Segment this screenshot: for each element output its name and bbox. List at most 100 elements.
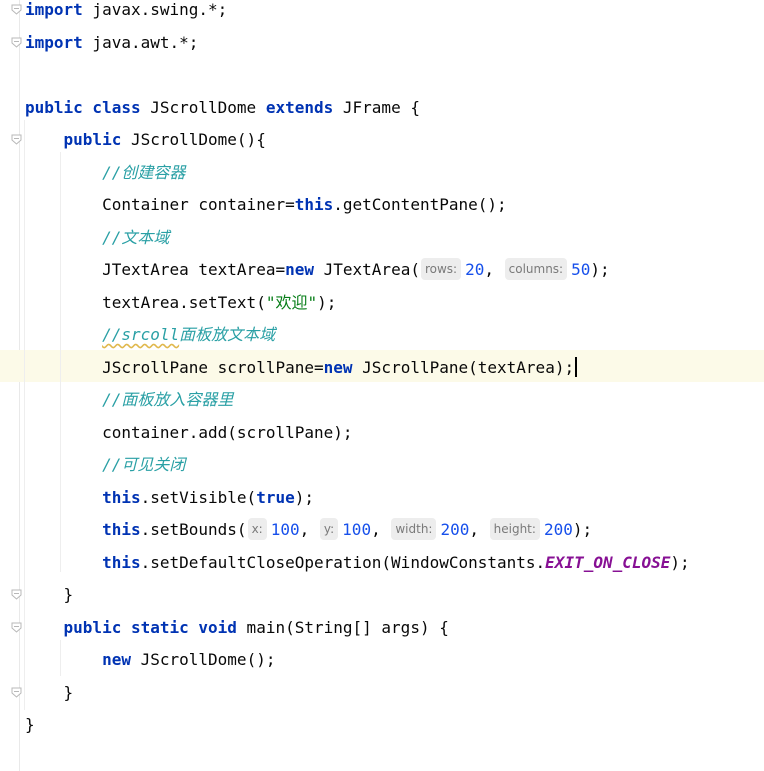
code-token: this [102,552,141,572]
editor-gutter [0,0,20,771]
code-line[interactable]: import javax.swing.*; [25,0,227,24]
code-token: //创建容器 [102,162,186,182]
code-line[interactable]: import java.awt.*; [25,29,198,57]
code-token: ); [590,260,610,279]
code-token: //可见关闭 [102,455,186,474]
code-token: public static void [63,617,237,637]
fold-marker-icon[interactable] [11,134,22,145]
code-token: extends [265,97,334,117]
code-token: EXIT_ON_CLOSE [545,552,671,572]
code-line[interactable]: this.setVisible(true); [25,484,314,512]
fold-marker-icon[interactable] [11,687,22,698]
code-line[interactable]: public class JScrollDome extends JFrame … [25,94,420,122]
code-token: } [25,715,35,734]
code-token: JTextArea( [314,260,420,279]
code-token: ); [317,292,337,312]
code-token: , [484,260,504,279]
code-token: 100 [270,520,300,539]
code-line[interactable]: //可见关闭 [25,451,185,479]
code-token: } [25,585,74,604]
code-token: container.add(scrollPane); [25,422,353,442]
code-line[interactable]: JScrollPane scrollPane=new JScrollPane(t… [25,354,578,382]
code-token: this [102,520,141,539]
code-token: textArea.setText( [25,292,266,312]
code-token: public class [25,97,141,117]
code-token: Container container= [25,195,295,214]
code-line[interactable]: public static void main(String[] args) { [25,614,449,642]
code-token: .setBounds( [140,520,247,539]
parameter-hint: rows: [420,258,462,280]
code-token: this [102,487,141,507]
parameter-hint: height: [489,518,540,540]
fold-marker-icon[interactable] [11,589,22,600]
fold-marker-icon[interactable] [11,4,22,15]
code-line[interactable]: Container container=this.getContentPane(… [25,191,507,219]
code-token: JTextArea textArea= [25,260,286,279]
code-token: JScrollDome [140,97,266,117]
code-line[interactable]: public JScrollDome(){ [25,126,266,154]
code-token: JScrollDome(); [130,650,276,669]
code-token: JFrame { [333,97,420,117]
code-token: //文本域 [102,227,170,247]
code-token: true [256,487,295,507]
parameter-hint: width: [391,518,437,540]
code-token: //srcoll [102,325,180,344]
code-line[interactable]: //文本域 [25,224,169,252]
code-token: 200 [440,520,470,539]
code-token: "欢迎" [265,292,318,312]
code-token: , [371,520,391,539]
code-token: ); [572,520,593,539]
parameter-hint: y: [319,518,339,540]
code-line[interactable]: JTextArea textArea=new JTextArea(rows: 20… [25,256,610,284]
code-token: JScrollPane scrollPane= [25,357,324,377]
code-token: public [63,130,122,149]
code-token: new [102,650,131,669]
code-token: , [469,520,489,539]
code-token: main(String[] args) { [236,617,449,637]
fold-marker-icon[interactable] [11,622,22,633]
code-token: , [299,520,319,539]
parameter-hint: columns: [504,258,568,280]
parameter-hint: x: [247,518,267,540]
code-line[interactable]: this.setBounds(x: 100, y: 100, width: 200, … [25,516,592,544]
code-token: } [25,682,74,702]
code-token: //面板放入容器里 [102,390,234,409]
code-token: new [285,260,314,279]
code-editor[interactable]: import javax.swing.*; import java.awt.*; p… [0,0,764,771]
code-line[interactable]: new JScrollDome(); [25,646,275,674]
code-line[interactable]: } [25,679,74,707]
fold-marker-icon[interactable] [11,37,22,48]
code-token: javax.swing.*; [82,0,228,19]
code-token: import [25,32,83,52]
code-line[interactable]: //面板放入容器里 [25,386,233,414]
code-token: .getContentPane(); [333,195,507,214]
text-caret [575,356,578,377]
code-token: new [323,357,353,377]
code-token: .setDefaultCloseOperation(WindowConstant… [140,552,546,572]
code-token: 20 [465,260,485,279]
code-token: 200 [543,520,573,539]
code-line[interactable]: textArea.setText("欢迎"); [25,289,336,317]
code-token: JScrollPane(textArea); [352,357,575,377]
code-token: java.awt.*; [82,32,199,52]
code-token: ); [670,552,690,572]
code-line[interactable]: } [25,711,35,739]
code-token: 50 [571,260,591,279]
code-token: this [294,195,334,214]
code-line[interactable]: this.setDefaultCloseOperation(WindowCons… [25,549,690,577]
code-line[interactable]: } [25,581,74,609]
code-token: JScrollDome(){ [121,130,266,149]
code-line[interactable]: //创建容器 [25,159,185,187]
code-line[interactable]: //srcoll面板放文本域 [25,321,275,349]
code-line[interactable]: container.add(scrollPane); [25,419,353,447]
